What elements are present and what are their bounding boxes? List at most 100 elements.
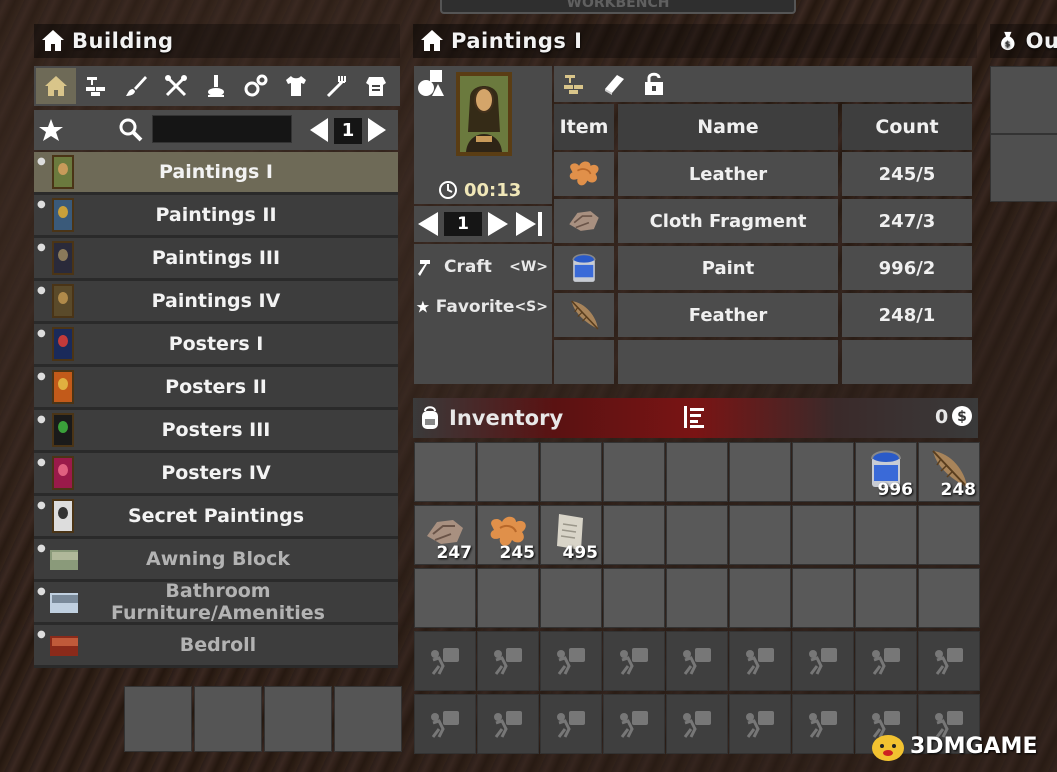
inventory-slot[interactable]	[666, 505, 728, 565]
recipe-thumbnail-icon	[52, 499, 74, 533]
ingredient-item-cell[interactable]	[554, 246, 614, 290]
locked-inventory-slot[interactable]	[603, 694, 665, 754]
output-slot[interactable]	[990, 66, 1057, 134]
encumbrance-icon	[809, 711, 837, 738]
category-building-button[interactable]	[76, 68, 116, 104]
locked-inventory-slot[interactable]	[477, 631, 539, 691]
watermark: 3DMGAME	[868, 728, 1037, 764]
inventory-slot[interactable]	[855, 505, 917, 565]
inventory-slot[interactable]	[918, 568, 980, 628]
inventory-slot[interactable]	[792, 505, 854, 565]
favorite-filter-star-icon[interactable]	[38, 117, 64, 143]
inventory-slot[interactable]	[477, 568, 539, 628]
locked-inventory-slot[interactable]	[918, 631, 980, 691]
inventory-slot[interactable]	[729, 568, 791, 628]
recipe-label: Posters II	[165, 376, 267, 398]
inventory-slot[interactable]: 996	[855, 442, 917, 502]
recipe-row[interactable]: ● Posters IV	[34, 453, 398, 496]
quantity-value[interactable]: 1	[444, 212, 482, 236]
queue-slot[interactable]	[264, 686, 332, 752]
recipe-row[interactable]: ● Posters II	[34, 367, 398, 410]
inventory-slot[interactable]	[729, 442, 791, 502]
quantity-max-button[interactable]	[516, 212, 546, 236]
inventory-slot[interactable]	[414, 442, 476, 502]
category-decor-button[interactable]	[116, 68, 156, 104]
recipe-row[interactable]: ● Paintings III	[34, 238, 398, 281]
queue-slot[interactable]	[334, 686, 402, 752]
recipe-row[interactable]: ● Bedroll	[34, 625, 398, 668]
locked-inventory-slot[interactable]	[666, 631, 728, 691]
tab-unlock[interactable]	[634, 66, 674, 102]
recipe-row[interactable]: ● Paintings IV	[34, 281, 398, 324]
inventory-slot[interactable]	[414, 568, 476, 628]
locked-inventory-slot[interactable]	[477, 694, 539, 754]
recipe-row[interactable]: ● Posters III	[34, 410, 398, 453]
inventory-slot[interactable]	[540, 442, 602, 502]
category-home-button[interactable]	[36, 68, 76, 104]
inventory-slot[interactable]	[792, 568, 854, 628]
item-quantity: 996	[877, 480, 914, 500]
inventory-slot[interactable]: 495	[540, 505, 602, 565]
search-input[interactable]	[152, 115, 292, 143]
inventory-slot[interactable]: 248	[918, 442, 980, 502]
ingredient-count: 245/5	[842, 152, 972, 196]
encumbrance-icon	[620, 711, 648, 738]
locked-inventory-slot[interactable]	[414, 694, 476, 754]
tools-icon	[165, 75, 187, 97]
locked-inventory-slot[interactable]	[414, 631, 476, 691]
inventory-slot[interactable]	[603, 568, 665, 628]
queue-slot[interactable]	[124, 686, 192, 752]
locked-inventory-slot[interactable]	[729, 694, 791, 754]
inventory-slot[interactable]	[477, 442, 539, 502]
ingredient-item-cell[interactable]	[554, 293, 614, 337]
recipe-row[interactable]: ● Awning Block	[34, 539, 398, 582]
locked-inventory-slot[interactable]	[540, 694, 602, 754]
inventory-slot[interactable]	[918, 505, 980, 565]
page-prev-button[interactable]	[310, 118, 328, 142]
tab-ingredients[interactable]	[554, 66, 594, 102]
fork-icon	[326, 76, 346, 98]
inventory-slot[interactable]: 247	[414, 505, 476, 565]
ingredient-item-cell[interactable]	[554, 340, 614, 384]
output-slot[interactable]	[990, 134, 1057, 202]
inventory-slot[interactable]	[855, 568, 917, 628]
recipe-row[interactable]: ● Secret Paintings	[34, 496, 398, 539]
locked-inventory-slot[interactable]	[540, 631, 602, 691]
category-food-button[interactable]	[316, 68, 356, 104]
locked-inventory-slot[interactable]	[792, 694, 854, 754]
encumbrance-icon	[557, 711, 585, 738]
locked-inventory-slot[interactable]	[855, 631, 917, 691]
quantity-increase-button[interactable]	[488, 212, 508, 236]
inventory-slot[interactable]	[666, 442, 728, 502]
locked-inventory-slot[interactable]	[792, 631, 854, 691]
inventory-slot[interactable]: 245	[477, 505, 539, 565]
ingredient-item-cell[interactable]	[554, 152, 614, 196]
locked-inventory-slot[interactable]	[666, 694, 728, 754]
quantity-decrease-button[interactable]	[418, 212, 438, 236]
category-tools-button[interactable]	[156, 68, 196, 104]
favorite-button[interactable]: Favorite <S>	[416, 294, 550, 320]
category-armor-button[interactable]	[356, 68, 396, 104]
page-next-button[interactable]	[368, 118, 386, 142]
ingredient-item-cell[interactable]	[554, 199, 614, 243]
inventory-slot[interactable]	[540, 568, 602, 628]
recipe-row[interactable]: ● Bathroom Furniture/Amenities	[34, 580, 398, 625]
tab-description[interactable]	[594, 66, 634, 102]
recipe-row[interactable]: ● Paintings II	[34, 195, 398, 238]
inventory-slot[interactable]	[666, 568, 728, 628]
recipe-row[interactable]: ● Paintings I	[34, 152, 398, 195]
category-resources-button[interactable]	[236, 68, 276, 104]
inventory-slot[interactable]	[603, 442, 665, 502]
inventory-slot[interactable]	[729, 505, 791, 565]
inventory-slot[interactable]	[603, 505, 665, 565]
queue-slot[interactable]	[194, 686, 262, 752]
sort-icon[interactable]	[681, 404, 707, 430]
locked-inventory-slot[interactable]	[603, 631, 665, 691]
inventory-slot[interactable]	[792, 442, 854, 502]
category-clothing-button[interactable]	[276, 68, 316, 104]
category-science-button[interactable]	[196, 68, 236, 104]
craft-button[interactable]: Craft <W>	[416, 254, 550, 280]
recipe-row[interactable]: ● Posters I	[34, 324, 398, 367]
encumbrance-icon	[935, 648, 963, 675]
locked-inventory-slot[interactable]	[729, 631, 791, 691]
